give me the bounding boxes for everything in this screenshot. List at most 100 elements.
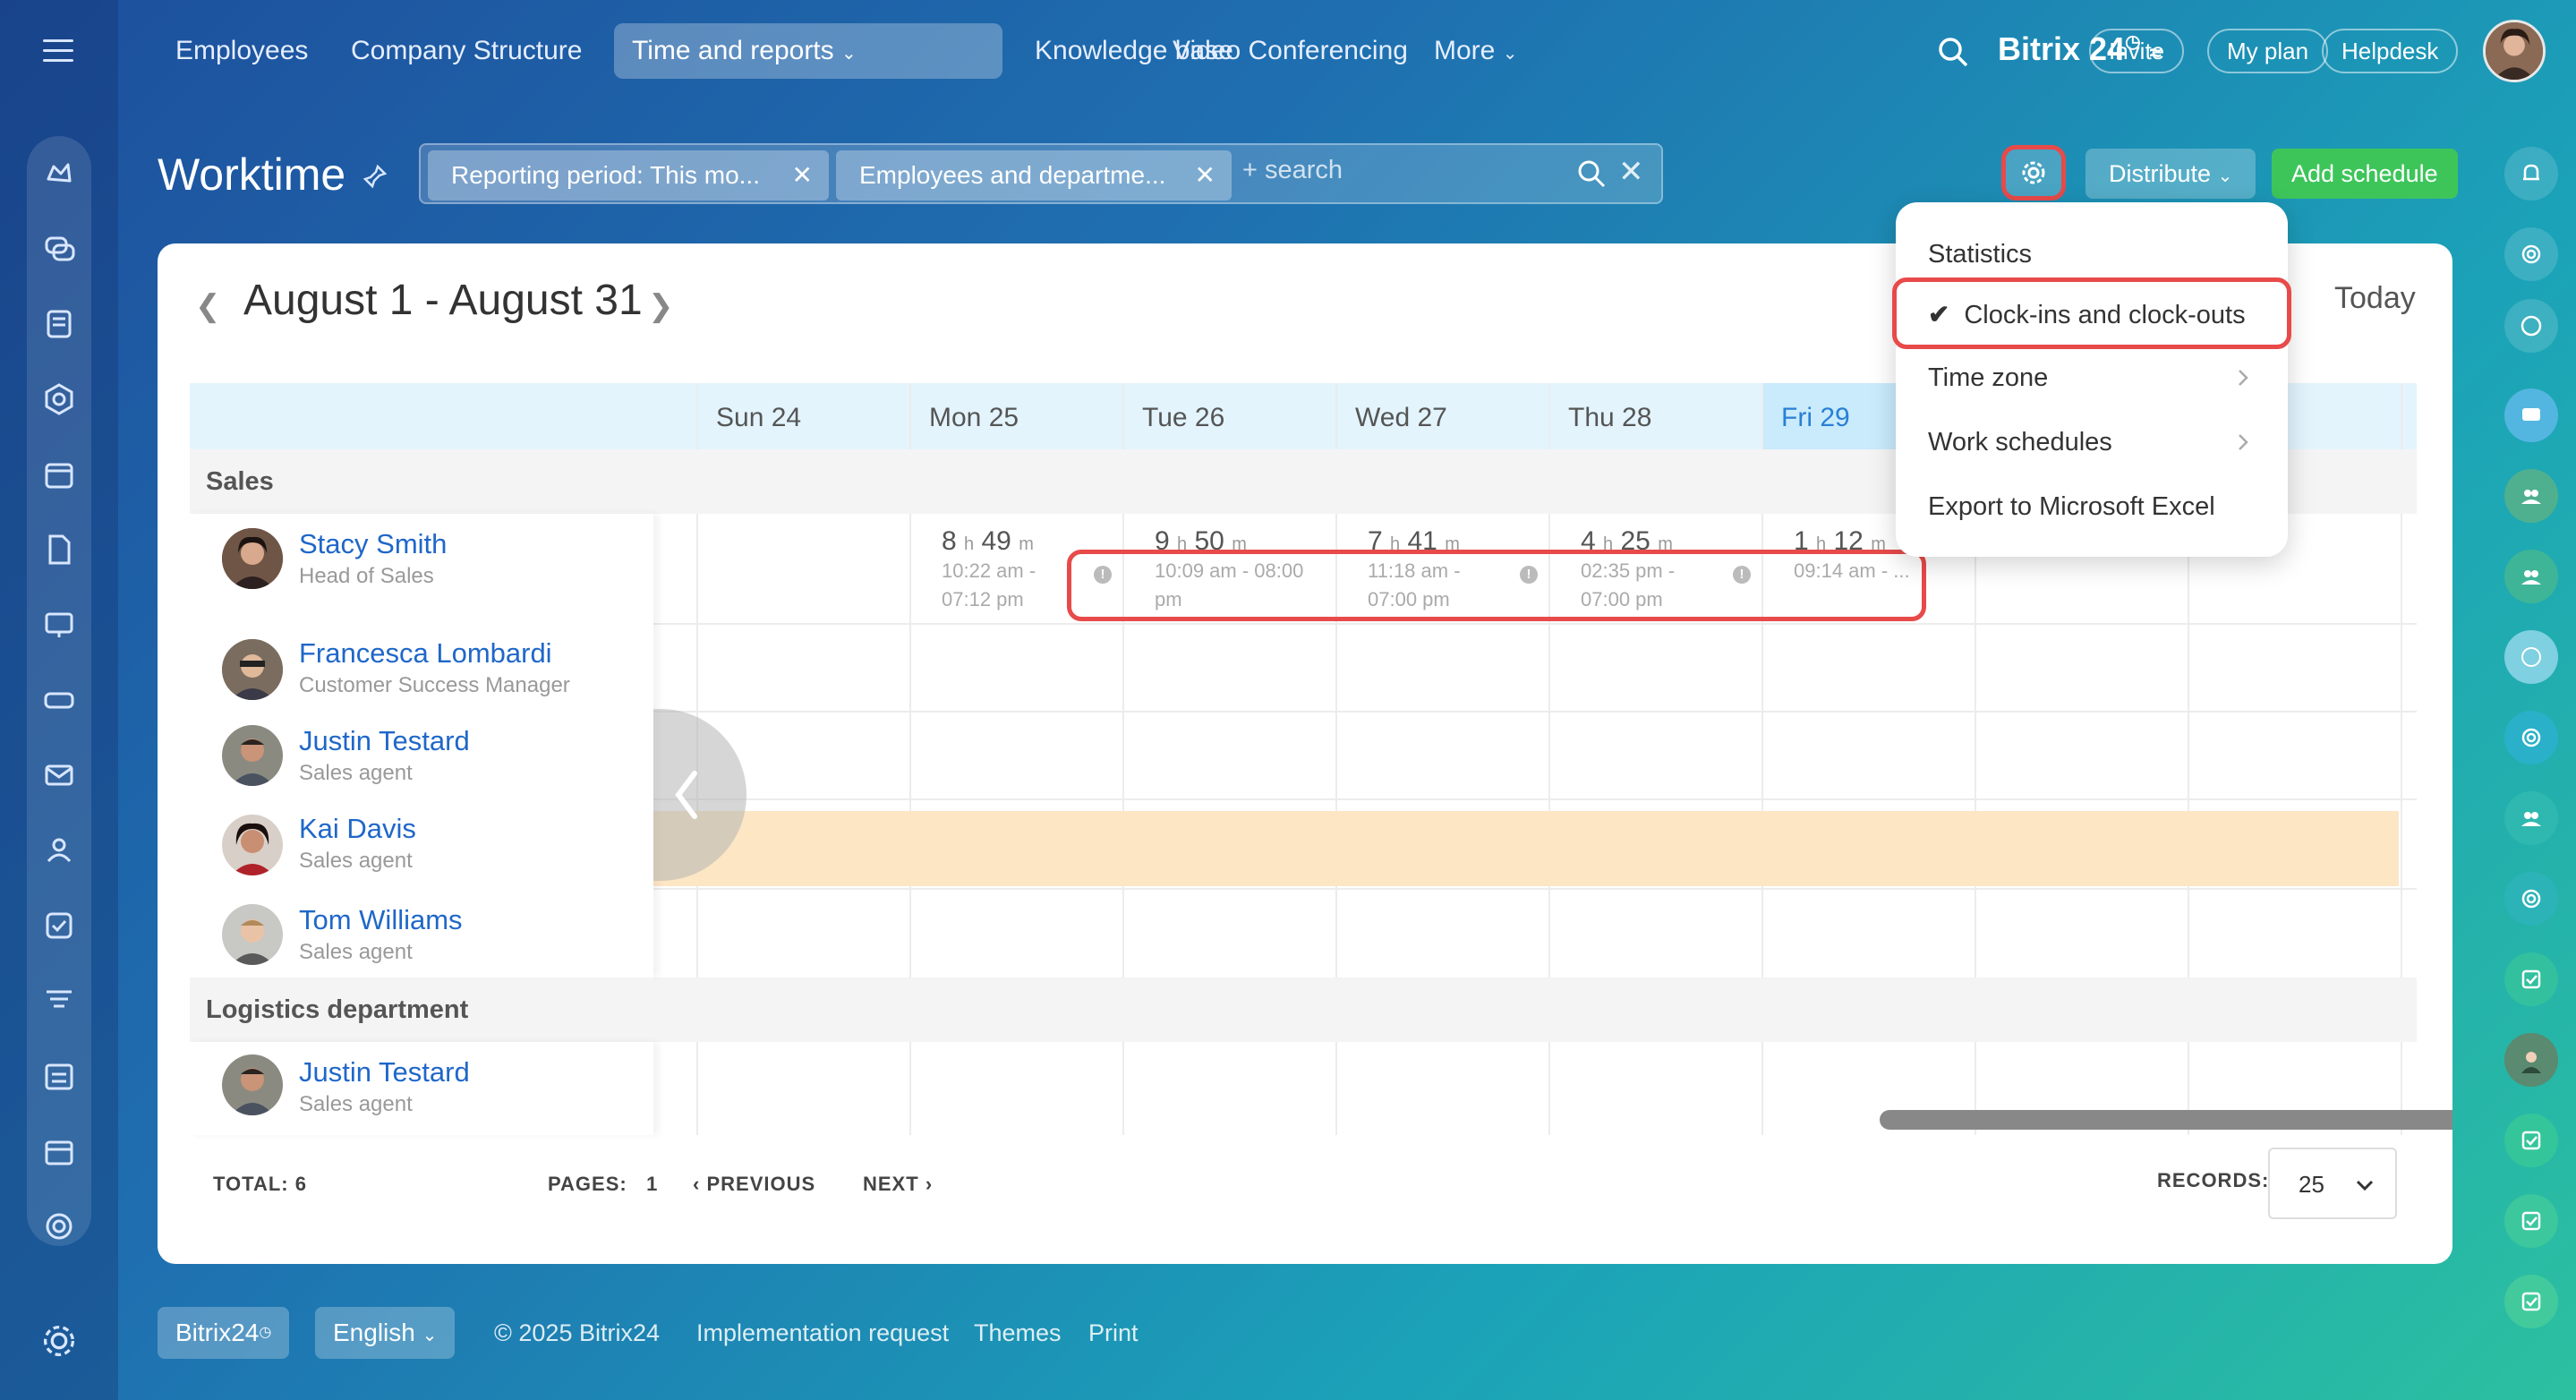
menu-item-work-schedules[interactable]: Work schedules	[1928, 428, 2112, 457]
search-input[interactable]: + search	[1242, 156, 1343, 185]
filter-search-box[interactable]: Reporting period: This mo... ✕ Employees …	[419, 143, 1663, 204]
filter-chip-reporting-period[interactable]: Reporting period: This mo... ✕	[428, 150, 829, 201]
chevron-right-icon: ›	[925, 1173, 934, 1195]
copilot-icon[interactable]	[2504, 227, 2558, 281]
tasks-icon[interactable]	[39, 906, 79, 945]
employee-role: Sales agent	[299, 849, 413, 873]
close-icon[interactable]: ✕	[1195, 150, 1215, 201]
document-icon[interactable]	[39, 530, 79, 569]
chevron-right-icon[interactable]: ❯	[648, 288, 674, 324]
chat-icon[interactable]	[39, 229, 79, 269]
horizontal-scrollbar[interactable]	[1880, 1110, 2452, 1130]
gear-icon	[2022, 161, 2045, 184]
total-label-text: TOTAL:	[213, 1173, 289, 1195]
drive-icon[interactable]	[39, 680, 79, 720]
next-label: NEXT	[863, 1173, 919, 1195]
invite-button[interactable]: Invite	[2089, 29, 2185, 73]
nav-video-conferencing[interactable]: Video Conferencing	[1155, 23, 1426, 79]
settings-icon[interactable]	[39, 1321, 79, 1361]
notifications-bell-icon[interactable]	[2504, 147, 2558, 201]
day-header-today: Fri 29	[1781, 403, 1850, 432]
contacts-icon[interactable]	[39, 831, 79, 870]
task-check-icon[interactable]	[2504, 1114, 2558, 1167]
task-check-icon[interactable]	[2504, 1194, 2558, 1248]
nav-company-structure[interactable]: Company Structure	[333, 23, 600, 79]
avatar[interactable]	[222, 904, 283, 965]
clear-icon[interactable]: ✕	[1618, 154, 1644, 190]
avatar[interactable]	[222, 1054, 283, 1115]
calendar-icon[interactable]	[39, 455, 79, 494]
team-icon[interactable]	[2504, 791, 2558, 845]
menu-item-time-zone[interactable]: Time zone	[1928, 363, 2048, 393]
menu-item-clock-ins[interactable]: ✔ Clock-ins and clock-outs	[1928, 299, 2246, 330]
task-check-icon[interactable]	[2504, 952, 2558, 1006]
menu-item-statistics[interactable]: Statistics	[1928, 240, 2032, 269]
employee-name-link[interactable]: Francesca Lombardi	[299, 637, 552, 670]
previous-page-button[interactable]: ‹ PREVIOUS	[693, 1173, 815, 1196]
presentation-icon[interactable]	[39, 605, 79, 645]
nav-time-and-reports[interactable]: Time and reports ⌄	[614, 23, 1002, 79]
task-check-icon[interactable]	[2504, 1275, 2558, 1328]
checklist-icon[interactable]	[39, 1056, 79, 1096]
section-row-sales-sticky: Sales	[190, 449, 653, 514]
user-avatar[interactable]	[2483, 20, 2546, 82]
print-link[interactable]: Print	[1088, 1319, 1139, 1347]
absence-bar[interactable]	[653, 811, 2399, 886]
hours-value: 8	[942, 526, 957, 556]
employee-name-link[interactable]: Kai Davis	[299, 813, 416, 845]
pin-icon[interactable]	[362, 163, 388, 190]
today-button[interactable]: Today	[2334, 281, 2416, 316]
distribute-button[interactable]: Distribute ⌄	[2086, 149, 2256, 199]
chevron-down-icon: ⌄	[2217, 166, 2233, 186]
settings-gear-button[interactable]	[2001, 145, 2066, 201]
team-icon[interactable]	[2504, 469, 2558, 523]
hexagon-icon[interactable]	[39, 380, 79, 419]
previous-label: PREVIOUS	[706, 1173, 816, 1195]
user-avatar[interactable]	[2504, 1033, 2558, 1087]
search-icon[interactable]	[1935, 34, 1971, 70]
copilot-icon[interactable]	[2504, 711, 2558, 764]
add-schedule-button[interactable]: Add schedule	[2272, 149, 2458, 199]
store-icon[interactable]	[39, 1131, 79, 1171]
close-icon[interactable]: ✕	[792, 150, 813, 201]
menu-item-label: Clock-ins and clock-outs	[1964, 301, 2246, 329]
section-label: Logistics department	[206, 995, 469, 1024]
chevron-left-icon: ‹	[693, 1173, 701, 1195]
language-select[interactable]: English ⌄	[315, 1307, 456, 1359]
team-icon[interactable]	[2504, 550, 2558, 603]
filter-funnel-icon[interactable]	[39, 981, 79, 1020]
activity-stream-icon[interactable]	[39, 154, 79, 193]
initials-avatar-icon[interactable]	[2504, 630, 2558, 684]
employee-name-link[interactable]: Stacy Smith	[299, 528, 447, 560]
mail-icon[interactable]	[39, 755, 79, 795]
implementation-request-link[interactable]: Implementation request	[696, 1319, 949, 1347]
nav-more[interactable]: More ⌄	[1416, 23, 1535, 79]
feed-icon[interactable]	[39, 304, 79, 344]
records-value: 25	[2299, 1171, 2324, 1198]
filter-chip-employees[interactable]: Employees and departme... ✕	[836, 150, 1232, 201]
avatar[interactable]	[222, 815, 283, 875]
records-per-page-select[interactable]: 25	[2268, 1148, 2397, 1219]
avatar[interactable]	[222, 639, 283, 700]
avatar[interactable]	[222, 528, 283, 589]
search-icon[interactable]	[1575, 158, 1608, 190]
next-page-button[interactable]: NEXT ›	[863, 1173, 933, 1196]
chevron-left-icon[interactable]: ❮	[195, 288, 221, 324]
menu-item-export-excel[interactable]: Export to Microsoft Excel	[1928, 492, 2215, 522]
employee-name-link[interactable]: Justin Testard	[299, 1056, 470, 1088]
group-chat-icon[interactable]	[2504, 388, 2558, 442]
copilot-icon[interactable]	[2504, 872, 2558, 926]
settings-dropdown-menu: Statistics ✔ Clock-ins and clock-outs Tim…	[1892, 202, 2291, 557]
avatar[interactable]	[222, 725, 283, 786]
employee-name-link[interactable]: Tom Williams	[299, 904, 463, 936]
helpdesk-button[interactable]: Helpdesk	[2322, 29, 2459, 73]
distribute-label: Distribute	[2109, 160, 2212, 187]
themes-link[interactable]: Themes	[974, 1319, 1062, 1347]
my-plan-button[interactable]: My plan	[2207, 29, 2329, 73]
employee-name-link[interactable]: Justin Testard	[299, 725, 470, 757]
nav-employees[interactable]: Employees	[158, 23, 326, 79]
goal-target-icon[interactable]	[39, 1207, 79, 1246]
support-chat-icon[interactable]	[2504, 299, 2558, 353]
menu-icon[interactable]	[43, 39, 73, 63]
bitrix24-footer-button[interactable]: Bitrix24◷	[158, 1307, 290, 1359]
